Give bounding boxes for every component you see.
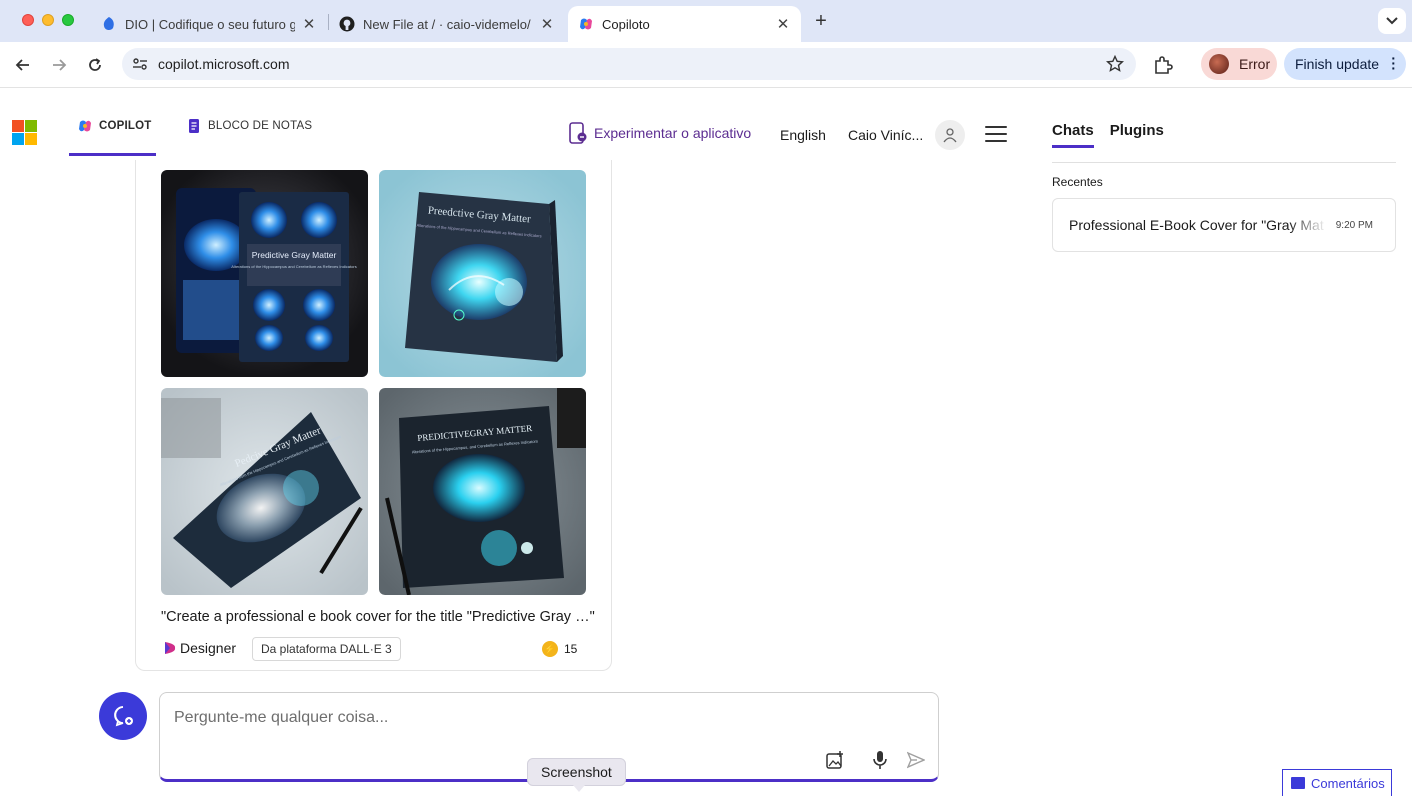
new-topic-button[interactable] <box>99 692 147 740</box>
address-bar[interactable]: copilot.microsoft.com <box>122 48 1136 80</box>
tab-chats[interactable]: Chats <box>1052 122 1094 148</box>
profile-avatar <box>1209 54 1229 74</box>
browser-tabstrip: DIO | Codifique o seu futuro g ✕ New Fil… <box>0 0 1412 42</box>
feedback-button[interactable]: Comentários <box>1282 769 1392 796</box>
close-tab-icon[interactable]: ✕ <box>539 16 555 33</box>
boost-counter: ⚡ 15 <box>542 641 577 657</box>
notebook-icon <box>189 119 199 133</box>
browser-toolbar: copilot.microsoft.com Error Finish updat… <box>0 42 1412 88</box>
dio-favicon-icon <box>101 16 117 32</box>
finish-update-button[interactable]: Finish update · · · <box>1284 48 1406 80</box>
generated-image[interactable]: Predictive Gray Matter Alterations of th… <box>161 170 368 377</box>
github-icon <box>339 16 355 32</box>
screenshot-tooltip: Screenshot <box>527 758 626 792</box>
tab-copilot[interactable]: COPILOT <box>69 120 156 156</box>
send-icon <box>907 751 925 769</box>
generated-image[interactable]: PREDICTIVEGRAY MATTER Alterations of the… <box>379 388 586 595</box>
recent-chat-title: Professional E-Book Cover for "Gray Mat <box>1069 217 1324 233</box>
voice-input-button[interactable] <box>869 749 891 771</box>
try-app-label: Experimentar o aplicativo <box>594 125 752 141</box>
user-avatar[interactable] <box>935 120 965 150</box>
recent-chat-time: 9:20 PM <box>1335 220 1373 231</box>
language-selector[interactable]: English <box>780 127 826 143</box>
microphone-icon <box>873 751 887 769</box>
copilot-favicon-icon <box>578 16 594 32</box>
generated-image[interactable]: Preedctive Gray Matter Alterations of th… <box>379 170 586 377</box>
menu-hamburger-icon[interactable] <box>985 126 1007 142</box>
profile-error-button[interactable]: Error <box>1201 48 1277 80</box>
browser-tab-github[interactable]: New File at / · caio-videmelo/ ✕ <box>329 6 565 42</box>
tab-notebook-label: BLOCO DE NOTAS <box>208 120 313 132</box>
tab-plugins[interactable]: Plugins <box>1110 122 1164 148</box>
send-button[interactable] <box>905 749 927 771</box>
image-prompt-caption: "Create a professional e book cover for … <box>161 609 595 625</box>
boost-count: 15 <box>564 642 578 656</box>
tab-copilot-label: COPILOT <box>99 120 152 132</box>
bookmark-star-icon[interactable] <box>1106 55 1124 73</box>
designer-logo-icon <box>165 642 176 654</box>
feedback-icon <box>1291 777 1305 789</box>
cover-subtitle: Alterations of the Hippocampus and Cereb… <box>231 264 356 269</box>
minimize-window-button[interactable] <box>42 14 54 26</box>
forward-button[interactable] <box>46 52 72 78</box>
generated-image[interactable]: Pedcive Gray Matter Alterations from the… <box>161 388 368 595</box>
url-text[interactable]: copilot.microsoft.com <box>158 56 289 72</box>
designer-link[interactable]: Designer <box>163 640 236 656</box>
site-settings-icon[interactable] <box>132 56 148 72</box>
tab-title: New File at / · caio-videmelo/ <box>363 16 531 32</box>
maximize-window-button[interactable] <box>62 14 74 26</box>
cover-title: Predictive Gray Matter <box>252 250 337 260</box>
close-tab-icon[interactable]: ✕ <box>301 16 317 33</box>
back-button[interactable] <box>10 52 36 78</box>
close-tab-icon[interactable]: ✕ <box>775 16 791 33</box>
divider <box>1052 162 1396 163</box>
new-chat-icon <box>114 706 133 727</box>
image-add-icon <box>826 751 843 769</box>
try-app-link[interactable]: Experimentar o aplicativo <box>568 122 751 144</box>
add-image-button[interactable] <box>824 749 846 771</box>
profile-error-label: Error <box>1239 56 1271 72</box>
new-tab-button[interactable]: + <box>810 10 832 32</box>
microsoft-logo[interactable] <box>12 120 37 145</box>
chat-input-field[interactable] <box>174 705 914 731</box>
recent-heading: Recentes <box>1052 175 1103 189</box>
reload-button[interactable] <box>82 52 108 78</box>
browser-tab-dio[interactable]: DIO | Codifique o seu futuro g ✕ <box>91 6 327 42</box>
recent-chat-item[interactable]: Professional E-Book Cover for "Gray Mat … <box>1052 198 1396 252</box>
phone-app-icon <box>569 122 587 144</box>
tab-title: DIO | Codifique o seu futuro g <box>125 16 295 32</box>
copilot-icon <box>79 120 91 132</box>
tab-title: Copiloto <box>602 16 650 32</box>
platform-badge: Da plataforma DALL·E 3 <box>252 637 401 661</box>
boost-coin-icon: ⚡ <box>542 641 558 657</box>
browser-tab-copiloto[interactable]: Copiloto ✕ <box>568 6 801 42</box>
tab-search-button[interactable] <box>1378 8 1406 34</box>
feedback-label: Comentários <box>1311 775 1385 791</box>
extensions-puzzle-icon[interactable] <box>1152 54 1174 76</box>
more-vert-icon[interactable]: · · · <box>1391 51 1396 75</box>
tab-notebook[interactable]: BLOCO DE NOTAS <box>186 119 313 156</box>
person-icon <box>943 128 957 143</box>
user-name[interactable]: Caio Viníc... <box>848 127 923 143</box>
finish-update-label: Finish update <box>1295 56 1380 72</box>
designer-label: Designer <box>180 640 237 656</box>
chevron-down-icon <box>1386 17 1398 25</box>
arrow-left-icon <box>15 59 29 71</box>
reload-icon <box>89 58 101 71</box>
close-window-button[interactable] <box>22 14 34 26</box>
sidebar-tabs: Chats Plugins <box>1052 122 1180 148</box>
arrow-right-icon <box>53 59 67 71</box>
